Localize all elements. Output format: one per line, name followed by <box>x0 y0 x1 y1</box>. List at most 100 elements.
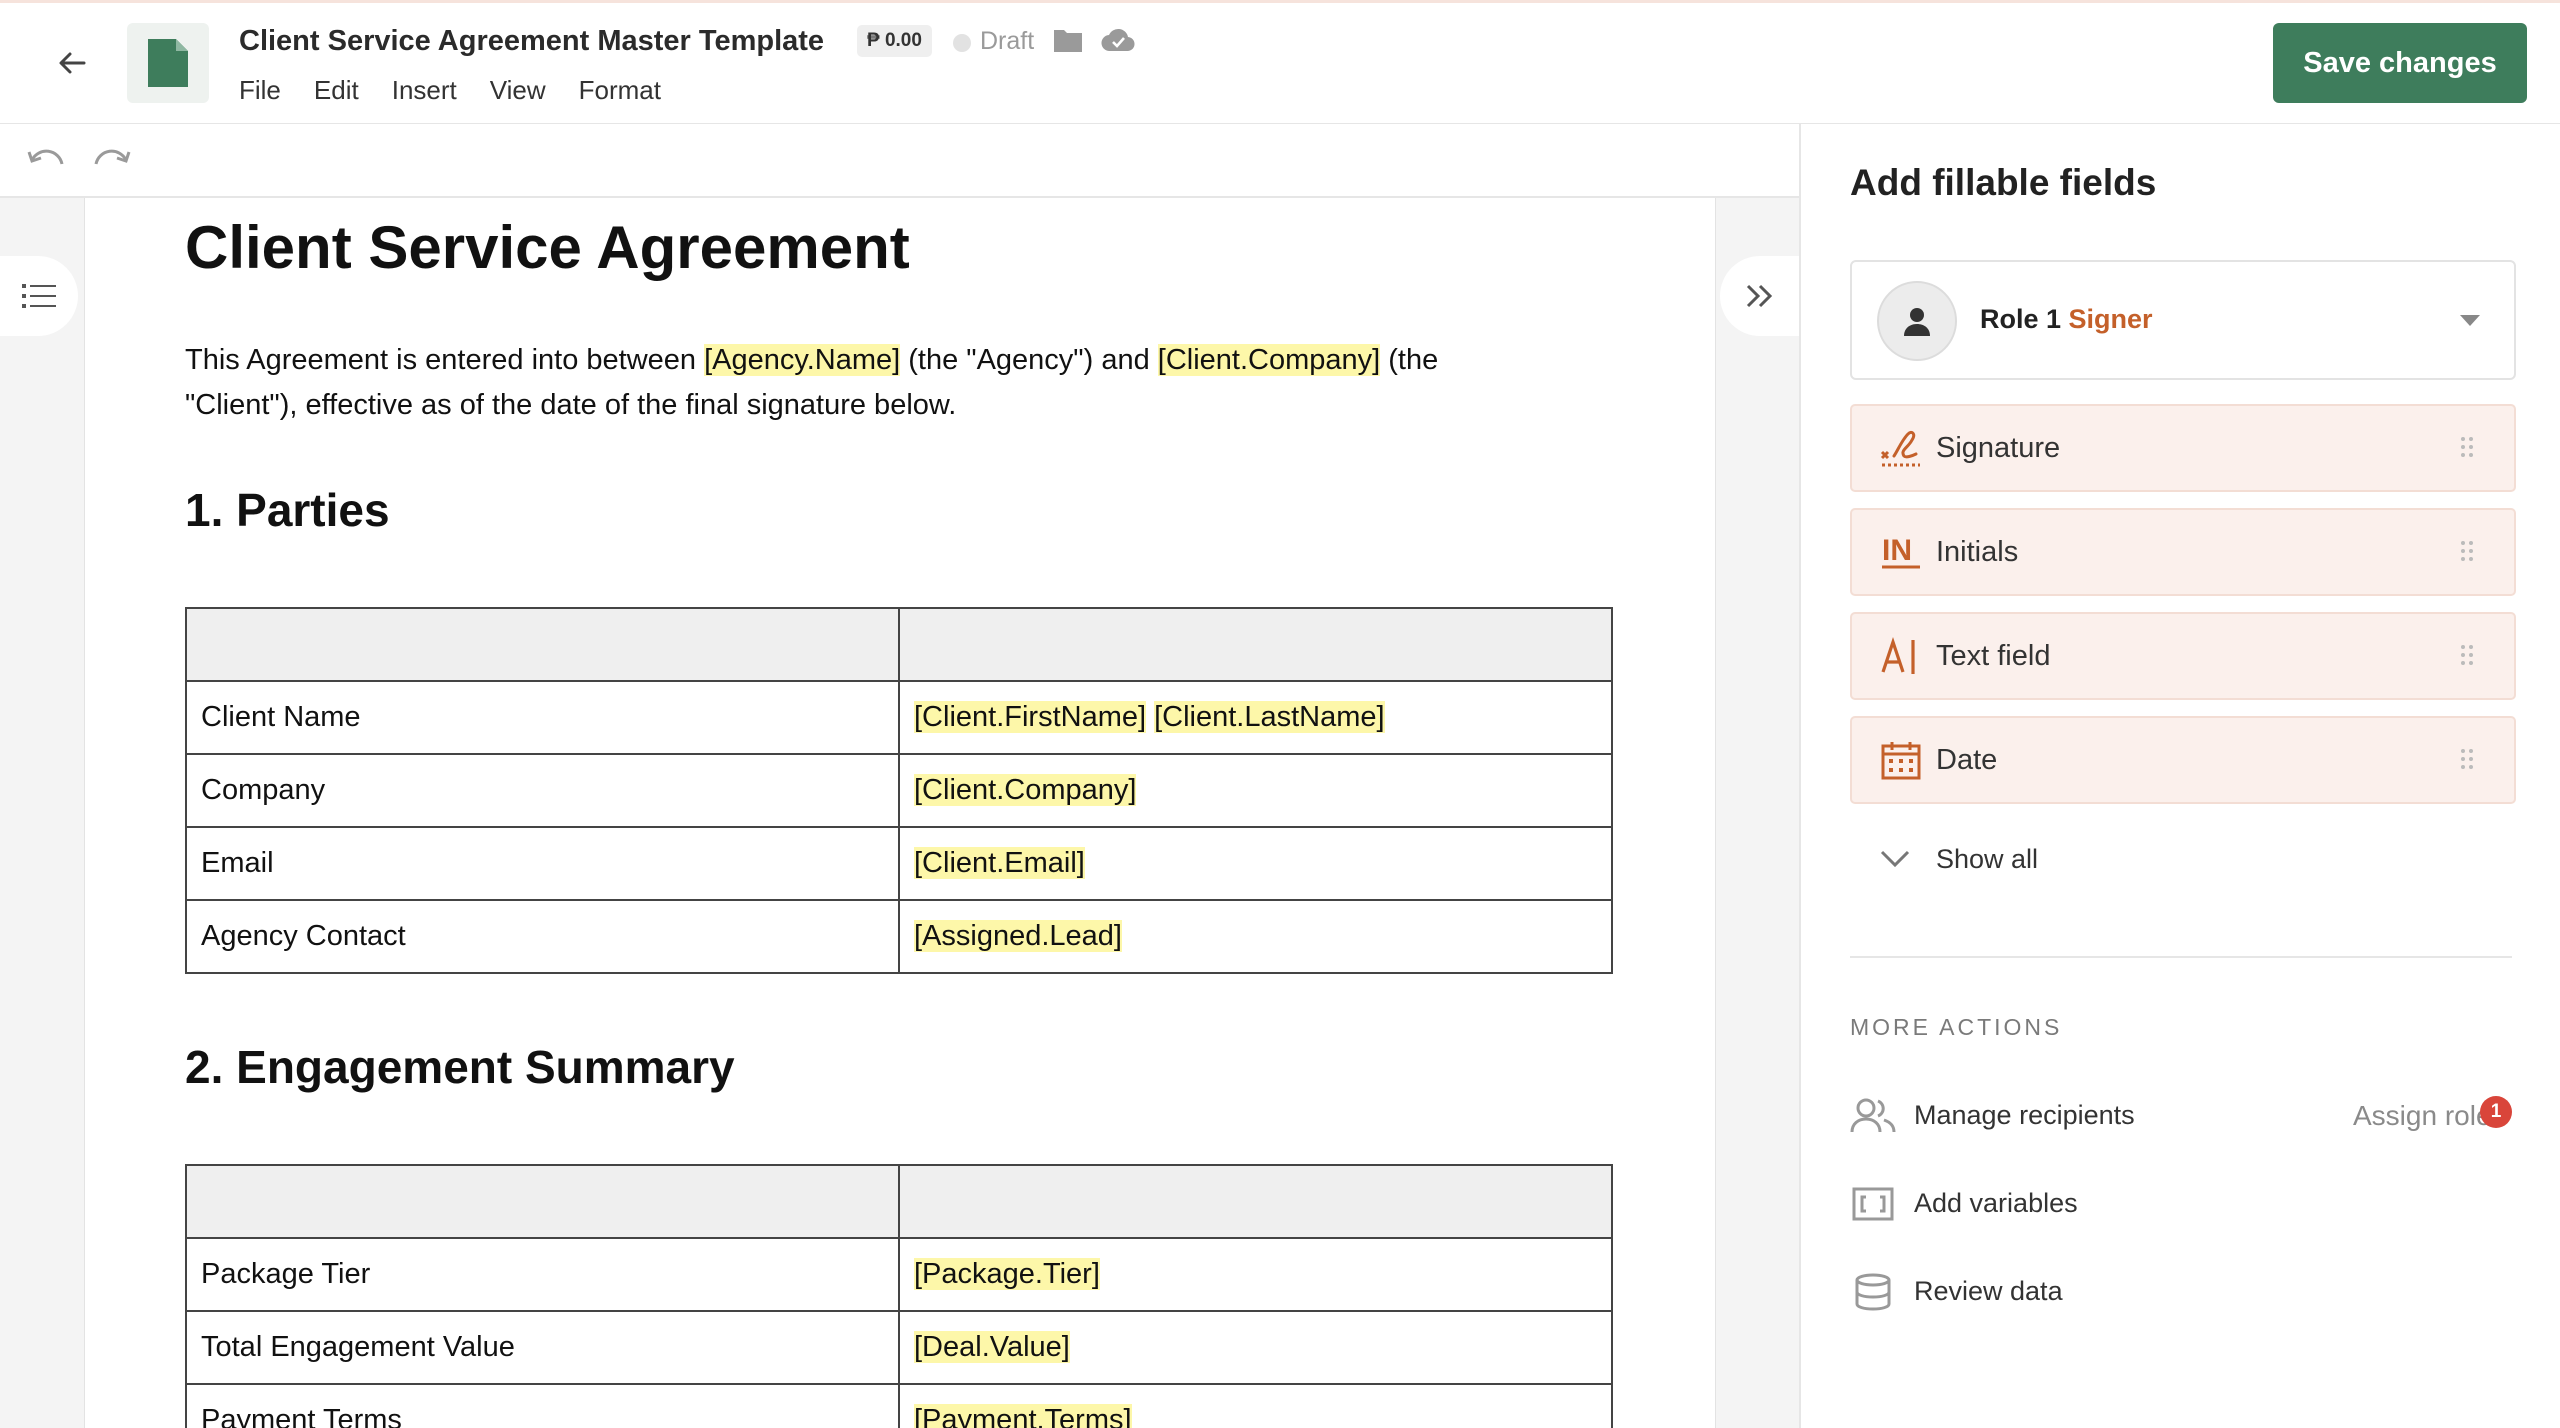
variable-client-company[interactable]: [Client.Company] <box>1157 344 1381 376</box>
menu-item-insert[interactable]: Insert <box>392 75 457 106</box>
table-cell[interactable] <box>185 607 900 682</box>
document-icon <box>127 23 209 103</box>
table-cell-label[interactable]: Package Tier <box>185 1237 900 1312</box>
section-heading-engagement-summary[interactable]: 2. Engagement Summary <box>185 1040 735 1094</box>
table-cell-label[interactable]: Total Engagement Value <box>185 1310 900 1385</box>
users-icon <box>1850 1096 1896 1136</box>
table-cell-value[interactable]: [Payment.Terms] <box>898 1383 1613 1428</box>
cloud-check-icon <box>1101 25 1135 58</box>
table-cell-label[interactable]: Company <box>185 753 900 828</box>
table-cell-value[interactable]: [Client.Company] <box>898 753 1613 828</box>
review-data-action[interactable]: Review data <box>1850 1268 2512 1316</box>
undo-icon <box>27 149 64 165</box>
table-cell[interactable] <box>898 607 1613 682</box>
field-text[interactable]: Text field <box>1850 612 2516 700</box>
variable-client-lastname[interactable]: [Client.LastName] <box>1154 701 1385 733</box>
status-dot <box>953 34 971 52</box>
avatar <box>1877 281 1957 361</box>
field-label: Date <box>1936 744 1998 776</box>
save-changes-button[interactable]: Save changes <box>2273 23 2527 103</box>
table-row: Package Tier [Package.Tier] <box>185 1237 1613 1312</box>
double-chevron-right-icon <box>1746 284 1773 308</box>
signature-icon <box>1880 428 1922 468</box>
variable-client-firstname[interactable]: [Client.FirstName] <box>914 701 1147 733</box>
more-actions-heading: MORE ACTIONS <box>1850 1014 2063 1040</box>
table-row: Payment Terms [Payment.Terms] <box>185 1383 1613 1428</box>
folder-icon[interactable] <box>1053 27 1083 58</box>
back-button[interactable] <box>52 43 92 83</box>
action-label: Manage recipients <box>1914 1100 2135 1130</box>
drag-handle-icon[interactable] <box>2460 644 2474 671</box>
redo-icon <box>94 149 131 165</box>
variable-client-company[interactable]: [Client.Company] <box>914 774 1137 806</box>
table-cell-label[interactable]: Agency Contact <box>185 899 900 974</box>
add-variables-action[interactable]: Add variables <box>1850 1180 2512 1228</box>
intro-paragraph[interactable]: This Agreement is entered into between [… <box>185 338 1535 428</box>
variable-deal-value[interactable]: [Deal.Value] <box>914 1331 1070 1363</box>
drag-handle-icon[interactable] <box>2460 436 2474 463</box>
redo-button[interactable] <box>92 146 132 175</box>
role-selector[interactable]: Role 1 Signer <box>1850 260 2516 380</box>
menu-item-file[interactable]: File <box>239 75 281 106</box>
table-cell-value[interactable]: [Package.Tier] <box>898 1237 1613 1312</box>
variable-package-tier[interactable]: [Package.Tier] <box>914 1258 1100 1290</box>
table-cell-value[interactable]: [Client.Email] <box>898 826 1613 901</box>
status-text: Draft <box>980 27 1035 55</box>
menu-item-view[interactable]: View <box>490 75 546 106</box>
table-cell-label[interactable]: Payment Terms <box>185 1383 900 1428</box>
text-field-icon <box>1880 636 1922 676</box>
menu-bar: File Edit Insert View Format <box>239 75 694 106</box>
table-cell-label[interactable]: Client Name <box>185 680 900 755</box>
table-cell[interactable] <box>898 1164 1613 1239</box>
role-type: Signer <box>2068 304 2153 334</box>
table-header-row <box>185 1164 1613 1239</box>
table-row: Company [Client.Company] <box>185 753 1613 828</box>
intro-text: This Agreement is entered into between <box>185 344 705 376</box>
field-label: Signature <box>1936 432 2061 464</box>
variable-agency-name[interactable]: [Agency.Name] <box>704 344 901 376</box>
editor-toolbar <box>0 124 1799 198</box>
action-label: Add variables <box>1914 1188 2078 1218</box>
action-label: Review data <box>1914 1276 2063 1306</box>
menu-item-edit[interactable]: Edit <box>314 75 359 106</box>
collapse-panel-button[interactable] <box>1720 256 1799 336</box>
initials-icon: IN <box>1880 532 1922 572</box>
variable-client-email[interactable]: [Client.Email] <box>914 847 1085 879</box>
undo-button[interactable] <box>26 146 66 175</box>
table-cell-value[interactable]: [Assigned.Lead] <box>898 899 1613 974</box>
drag-handle-icon[interactable] <box>2460 540 2474 567</box>
document-canvas: Client Service Agreement This Agreement … <box>0 198 1799 1428</box>
document-heading[interactable]: Client Service Agreement <box>185 213 910 282</box>
table-cell[interactable] <box>185 1164 900 1239</box>
table-cell-label[interactable]: Email <box>185 826 900 901</box>
app-header: Client Service Agreement Master Template… <box>0 3 2560 125</box>
caret-down-icon <box>2460 314 2480 332</box>
table-cell-value[interactable]: [Client.FirstName] [Client.LastName] <box>898 680 1613 755</box>
field-label: Text field <box>1936 640 2051 672</box>
fillable-fields-panel: Add fillable fields Role 1 Signer Signat… <box>1799 124 2560 1428</box>
notification-badge: 1 <box>2480 1096 2512 1128</box>
variables-icon <box>1850 1184 1896 1224</box>
parties-table: Client Name [Client.FirstName] [Client.L… <box>185 607 1613 974</box>
table-of-contents-button[interactable] <box>0 256 78 336</box>
manage-recipients-action[interactable]: Manage recipients Assign roles 1 <box>1850 1092 2512 1140</box>
show-all-label: Show all <box>1936 844 2039 874</box>
list-icon <box>22 284 56 308</box>
engagement-table: Package Tier [Package.Tier] Total Engage… <box>185 1164 1613 1428</box>
chevron-down-icon <box>1880 850 1910 873</box>
field-initials[interactable]: IN Initials <box>1850 508 2516 596</box>
role-name: Role 1 <box>1980 304 2062 334</box>
variable-assigned-lead[interactable]: [Assigned.Lead] <box>914 920 1122 952</box>
table-cell-value[interactable]: [Deal.Value] <box>898 1310 1613 1385</box>
intro-text: (the "Agency") and <box>900 344 1158 376</box>
svg-text:IN: IN <box>1882 534 1912 567</box>
document-title[interactable]: Client Service Agreement Master Template <box>239 25 824 58</box>
field-signature[interactable]: Signature <box>1850 404 2516 492</box>
drag-handle-icon[interactable] <box>2460 748 2474 775</box>
field-date[interactable]: Date <box>1850 716 2516 804</box>
section-heading-parties[interactable]: 1. Parties <box>185 483 390 537</box>
field-label: Initials <box>1936 536 2019 568</box>
menu-item-format[interactable]: Format <box>579 75 661 106</box>
variable-payment-terms[interactable]: [Payment.Terms] <box>914 1404 1132 1428</box>
panel-title: Add fillable fields <box>1850 162 2157 203</box>
